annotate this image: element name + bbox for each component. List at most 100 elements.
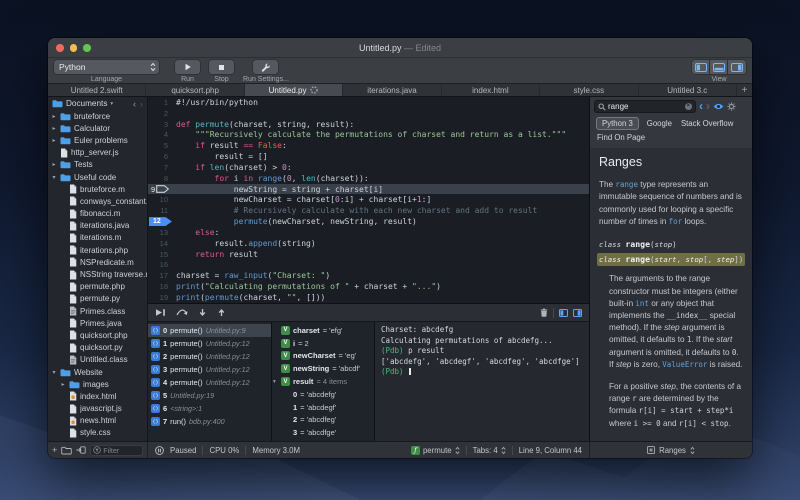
disclosure-icon[interactable]: ▸ xyxy=(51,113,57,120)
tree-folder-tests[interactable]: ▸Tests xyxy=(48,159,147,171)
tree-file-bruteforce-m[interactable]: bruteforce.m xyxy=(48,183,147,195)
add-file-button[interactable]: + xyxy=(52,446,57,455)
editor-gutter[interactable]: 5 xyxy=(148,140,174,151)
forward-button[interactable]: › xyxy=(140,100,143,108)
code-line-15[interactable]: 15 return result xyxy=(148,249,589,260)
disclosure-icon[interactable]: ▸ xyxy=(51,125,57,132)
tree-folder-website[interactable]: ▾Website xyxy=(48,366,147,378)
editor-gutter[interactable]: 1 xyxy=(148,97,174,108)
docs-section-selector[interactable]: Ranges xyxy=(659,446,686,455)
disclosure-icon[interactable]: ▸ xyxy=(51,137,57,144)
tab-untitled-py[interactable]: Untitled.py xyxy=(245,84,343,96)
editor-gutter[interactable]: 10 xyxy=(148,194,174,205)
stack-frame-6[interactable]: ()6<string>:1 xyxy=(148,402,271,415)
tree-file-untitled-class[interactable]: Untitled.class xyxy=(48,354,147,366)
editor-gutter[interactable]: 18 xyxy=(148,281,174,292)
tab-untitled-2-swift[interactable]: Untitled 2.swift xyxy=(48,84,146,96)
step-into-button[interactable] xyxy=(198,308,207,317)
disclosure-icon[interactable]: ▸ xyxy=(60,381,66,388)
tree-file-javascript-js[interactable]: javascript.js xyxy=(48,403,147,415)
doc-source-google[interactable]: Google xyxy=(646,118,673,129)
toggle-console-button[interactable] xyxy=(710,60,728,74)
editor-gutter[interactable]: 2 xyxy=(148,108,174,119)
editor-gutter[interactable]: 6 xyxy=(148,151,174,162)
tree-file-index-html[interactable]: index.html xyxy=(48,390,147,402)
tree-folder-calculator[interactable]: ▸Calculator xyxy=(48,122,147,134)
variable-child-2[interactable]: 2= 'abcdfeg' xyxy=(272,414,374,427)
doc-link[interactable]: int xyxy=(635,299,649,308)
code-line-18[interactable]: 18print("Calculating permutations of " +… xyxy=(148,281,589,292)
code-editor[interactable]: 1#!/usr/bin/python23def permute(charset,… xyxy=(148,97,589,303)
disclosure-icon[interactable]: ▸ xyxy=(51,161,57,168)
doc-source-python-3[interactable]: Python 3 xyxy=(596,117,639,130)
stack-frame-3[interactable]: ()3permute()Untitled.py:12 xyxy=(148,363,271,376)
tree-folder-euler-problems[interactable]: ▸Euler problems xyxy=(48,134,147,146)
editor-gutter[interactable]: 7 xyxy=(148,162,174,173)
run-settings-button[interactable] xyxy=(253,60,278,74)
tree-folder-images[interactable]: ▸images xyxy=(48,378,147,390)
stack-frame-1[interactable]: ()1permute()Untitled.py:12 xyxy=(148,337,271,350)
language-selector[interactable]: Python xyxy=(54,60,159,74)
variable-result[interactable]: ▾Vresult= 4 items xyxy=(272,375,374,388)
code-line-7[interactable]: 7 if len(charset) > 0: xyxy=(148,162,589,173)
code-line-4[interactable]: 4 """Recursively calculate the permutati… xyxy=(148,129,589,140)
editor-gutter[interactable]: 9 xyxy=(148,184,174,195)
variable-charset[interactable]: Vcharset= 'efg' xyxy=(272,324,374,337)
tab-style-css[interactable]: style.css xyxy=(540,84,638,96)
code-line-8[interactable]: 8 for i in range(0, len(charset)): xyxy=(148,173,589,184)
doc-source-stack-overflow[interactable]: Stack Overflow xyxy=(680,118,734,129)
toggle-docs-button[interactable] xyxy=(728,60,746,74)
editor-gutter[interactable]: 8 xyxy=(148,173,174,184)
clear-search-button[interactable]: × xyxy=(685,103,693,111)
code-line-17[interactable]: 17charset = raw_input("Charset: ") xyxy=(148,270,589,281)
tree-file-quicksort-php[interactable]: quicksort.php xyxy=(48,329,147,341)
stop-button[interactable] xyxy=(209,60,234,74)
code-line-10[interactable]: 10 newCharset = charset[0:i] + charset[i… xyxy=(148,194,589,205)
tree-file-nspredicate-m[interactable]: NSPredicate.m xyxy=(48,256,147,268)
code-line-1[interactable]: 1#!/usr/bin/python xyxy=(148,97,589,108)
code-line-9[interactable]: 9 newString = string + charset[i] xyxy=(148,184,589,195)
debug-console[interactable]: Charset: abcdefgCalculating permutations… xyxy=(375,322,589,441)
tree-file-iterations-m[interactable]: iterations.m xyxy=(48,232,147,244)
code-line-12[interactable]: 12 permute(newCharset, newString, result… xyxy=(148,216,589,227)
variable-child-0[interactable]: 0= 'abcdefg' xyxy=(272,388,374,401)
editor-gutter[interactable]: 4 xyxy=(148,129,174,140)
tab-iterations-java[interactable]: iterations.java xyxy=(343,84,441,96)
code-line-5[interactable]: 5 if result == False: xyxy=(148,140,589,151)
console-full-view-button[interactable] xyxy=(573,309,582,317)
editor-gutter[interactable]: 15 xyxy=(148,249,174,260)
editor-gutter[interactable]: 11 xyxy=(148,205,174,216)
tree-file-permute-py[interactable]: permute.py xyxy=(48,293,147,305)
step-out-button[interactable] xyxy=(217,308,226,317)
new-tab-button[interactable]: + xyxy=(737,84,752,96)
disclosure-icon[interactable]: ▾ xyxy=(51,369,57,376)
close-window-button[interactable] xyxy=(56,44,64,52)
tree-file-primes-java[interactable]: Primes.java xyxy=(48,317,147,329)
disclosure-icon[interactable]: ▾ xyxy=(51,174,57,181)
stack-frame-2[interactable]: ()2permute()Untitled.py:12 xyxy=(148,350,271,363)
tree-header[interactable]: Documents ▾ ‹ › xyxy=(48,97,147,110)
search-input[interactable] xyxy=(608,102,683,111)
tab-untitled-3-c[interactable]: Untitled 3.c xyxy=(639,84,737,96)
editor-gutter[interactable]: 16 xyxy=(148,259,174,270)
code-line-14[interactable]: 14 result.append(string) xyxy=(148,238,589,249)
tree-file-style-css[interactable]: style.css xyxy=(48,427,147,439)
run-button[interactable] xyxy=(175,60,200,74)
continue-button[interactable] xyxy=(155,308,166,317)
editor-gutter[interactable]: 3 xyxy=(148,119,174,130)
back-button[interactable]: ‹ xyxy=(133,100,136,108)
tree-folder-useful-code[interactable]: ▾Useful code xyxy=(48,171,147,183)
variable-i[interactable]: Vi= 2 xyxy=(272,337,374,350)
editor-gutter[interactable]: 13 xyxy=(148,227,174,238)
code-line-2[interactable]: 2 xyxy=(148,108,589,119)
code-line-13[interactable]: 13 else: xyxy=(148,227,589,238)
stack-frame-5[interactable]: ()5Untitled.py:19 xyxy=(148,389,271,402)
editor-gutter[interactable]: 12 xyxy=(148,216,174,227)
docs-back-button[interactable]: ‹ xyxy=(699,102,703,111)
filter-input[interactable] xyxy=(103,446,140,455)
tab-quicksort-php[interactable]: quicksort.php xyxy=(146,84,244,96)
doc-link[interactable]: ValueError xyxy=(662,360,707,369)
filter-field[interactable] xyxy=(90,445,143,456)
stack-frame-7[interactable]: ()7run()bdb.py:400 xyxy=(148,415,271,428)
stack-frame-0[interactable]: ()0permute()Untitled.py:9 xyxy=(148,324,271,337)
